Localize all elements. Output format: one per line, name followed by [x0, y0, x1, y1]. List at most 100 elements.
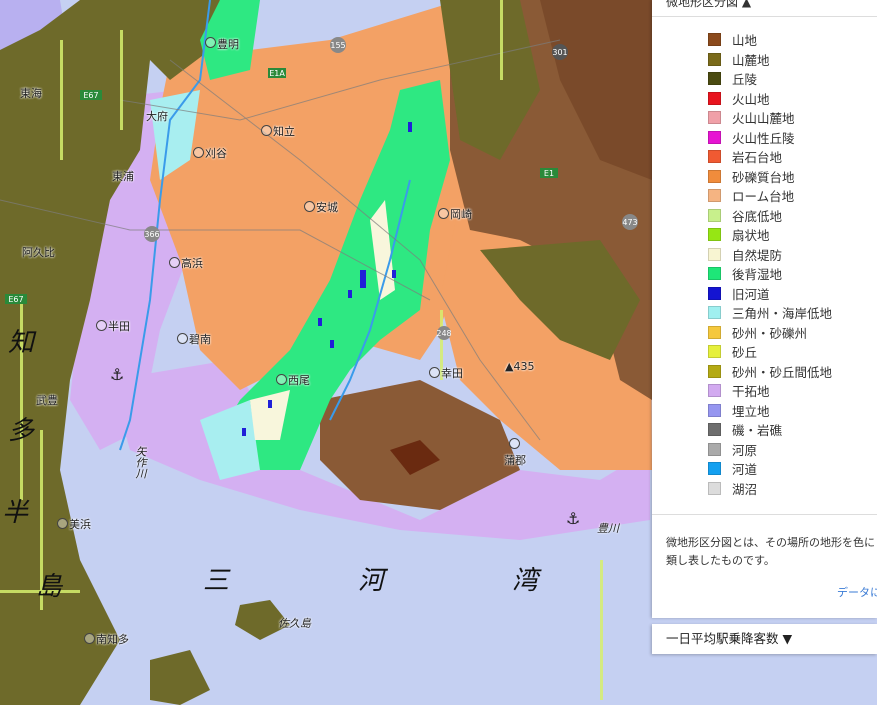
- place-label-toyokawa: 豊川: [597, 522, 619, 535]
- legend-item-label: 山麓地: [732, 52, 770, 68]
- legend-item-label: ローム台地: [732, 189, 795, 205]
- legend-swatch: [708, 481, 721, 495]
- legend-header[interactable]: 微地形区分図 ▲: [652, 0, 877, 17]
- legend-swatch: [708, 286, 721, 300]
- legend-description: 微地形区分図とは、その場所の地形を色に 類し表したものです。: [666, 534, 877, 570]
- passenger-count-toggle[interactable]: 一日平均駅乗降客数 ▼: [652, 624, 877, 654]
- legend-swatch: [708, 111, 721, 125]
- legend-swatch: [708, 150, 721, 164]
- place-label-mihama: 美浜: [69, 518, 91, 531]
- city-marker: [509, 438, 520, 449]
- city-marker: [438, 208, 449, 219]
- place-label-kariya: 刈谷: [205, 147, 227, 160]
- legend-item-label: 自然堤防: [732, 247, 783, 263]
- legend-item-label: 後背湿地: [732, 267, 783, 283]
- legend-item: 山麓地: [708, 50, 832, 70]
- legend-item: 磯・岩礁: [708, 420, 832, 440]
- legend-item: 湖沼: [708, 479, 832, 499]
- place-label-tokai: 東海: [20, 87, 42, 100]
- legend-swatch: [708, 364, 721, 378]
- place-label-handa: 半田: [108, 320, 130, 333]
- city-marker: [177, 333, 188, 344]
- legend-item-label: 旧河道: [732, 286, 770, 302]
- legend-item-label: 河原: [732, 442, 758, 458]
- legend-item: 干拓地: [708, 381, 832, 401]
- city-marker: [96, 320, 107, 331]
- place-label-okazaki: 岡崎: [450, 208, 472, 221]
- place-label-yahagigawa: 矢作川: [134, 446, 147, 479]
- svg-text:E1: E1: [544, 169, 554, 178]
- city-marker: [193, 147, 204, 158]
- city-marker: [169, 257, 180, 268]
- place-label-hekinan: 碧南: [189, 333, 211, 346]
- svg-text:301: 301: [552, 48, 567, 57]
- legend-item-label: 火山性丘陵: [732, 130, 795, 146]
- legend-item-label: 磯・岩礁: [732, 423, 783, 439]
- legend-item-label: 砂州・砂丘間低地: [732, 364, 833, 380]
- place-label-anjo: 安城: [316, 201, 338, 214]
- legend-item-label: 河道: [732, 462, 758, 478]
- legend-item: 自然堤防: [708, 245, 832, 265]
- svg-text:⚓: ⚓: [110, 365, 124, 384]
- legend-item-label: 埋立地: [732, 403, 770, 419]
- svg-text:E67: E67: [83, 91, 98, 100]
- data-link[interactable]: データに: [837, 584, 877, 600]
- svg-text:155: 155: [330, 41, 345, 50]
- legend-item-label: 谷底低地: [732, 208, 783, 224]
- legend-item-label: 丘陵: [732, 72, 758, 88]
- svg-text:473: 473: [622, 218, 637, 227]
- legend-item: ローム台地: [708, 186, 832, 206]
- place-label-minamichita: 南知多: [96, 633, 129, 646]
- legend-item-label: 岩石台地: [732, 150, 783, 166]
- legend-swatch: [708, 384, 721, 398]
- legend-item-label: 扇状地: [732, 228, 770, 244]
- legend-swatch: [708, 267, 721, 281]
- legend-swatch: [708, 442, 721, 456]
- legend-item-label: 湖沼: [732, 481, 758, 497]
- legend-item-label: 火山山麓地: [732, 111, 795, 127]
- legend-item: 埋立地: [708, 401, 832, 421]
- city-marker: [429, 367, 440, 378]
- legend-item: 岩石台地: [708, 147, 832, 167]
- legend-swatch: [708, 228, 721, 242]
- place-label-takahama: 高浜: [181, 257, 203, 270]
- legend-description-line: 微地形区分図とは、その場所の地形を色に: [666, 536, 875, 549]
- legend-item: 火山地: [708, 89, 832, 109]
- place-label-kota: 幸田: [441, 367, 463, 380]
- legend-panel: 微地形区分図 ▲ 山地 山麓地 丘陵 火山地 火山山麓地 火山性丘陵 岩石台地 …: [652, 0, 877, 618]
- place-label-sakushima: 佐久島: [278, 617, 311, 630]
- legend-swatch: [708, 52, 721, 66]
- legend-description-line: 類し表したものです。: [666, 554, 775, 567]
- legend-swatch: [708, 345, 721, 359]
- peninsula-char-4: 島: [36, 572, 63, 602]
- city-marker: [261, 125, 272, 136]
- legend-item: 河道: [708, 459, 832, 479]
- legend-swatch: [708, 423, 721, 437]
- city-marker: [276, 374, 287, 385]
- legend-item: 砂州・砂礫州: [708, 323, 832, 343]
- legend-item-label: 干拓地: [732, 384, 770, 400]
- city-marker: [57, 518, 68, 529]
- svg-text:E67: E67: [8, 295, 23, 304]
- legend-item: 砂州・砂丘間低地: [708, 362, 832, 382]
- legend-item-label: 砂州・砂礫州: [732, 325, 808, 341]
- place-label-obu: 大府: [146, 110, 168, 123]
- legend-item-label: 三角州・海岸低地: [732, 306, 833, 322]
- legend-item: 火山性丘陵: [708, 128, 832, 148]
- legend-item: 火山山麓地: [708, 108, 832, 128]
- legend-swatch: [708, 72, 721, 86]
- bay-label-char-1: 三: [203, 566, 230, 596]
- legend-item: 扇状地: [708, 225, 832, 245]
- legend-item-label: 砂礫質台地: [732, 169, 795, 185]
- legend-list: 山地 山麓地 丘陵 火山地 火山山麓地 火山性丘陵 岩石台地 砂礫質台地 ローム…: [708, 30, 832, 498]
- legend-swatch: [708, 208, 721, 222]
- legend-item: 山地: [708, 30, 832, 50]
- legend-swatch: [708, 169, 721, 183]
- svg-text:248: 248: [436, 329, 451, 338]
- legend-swatch: [708, 325, 721, 339]
- place-label-chiryu: 知立: [273, 125, 295, 138]
- legend-item: 谷底低地: [708, 206, 832, 226]
- place-label-gamagori: 蒲郡: [504, 454, 526, 467]
- legend-item: 丘陵: [708, 69, 832, 89]
- legend-swatch: [708, 130, 721, 144]
